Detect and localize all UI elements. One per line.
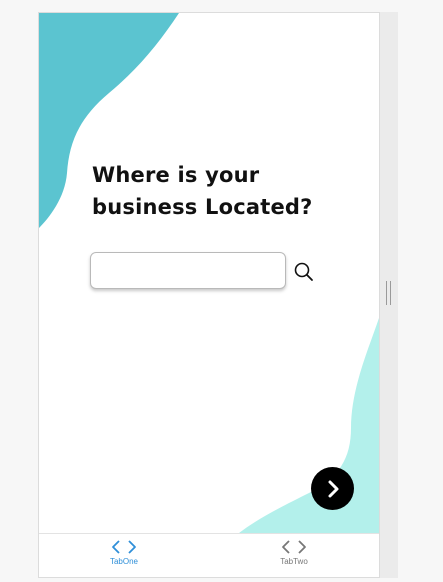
- chevron-right-icon: [328, 480, 338, 497]
- bottom-tab-bar: TabOne TabTwo: [39, 533, 379, 577]
- search-button[interactable]: [292, 260, 316, 284]
- code-icon: [112, 540, 136, 554]
- search-icon: [294, 262, 313, 281]
- code-icon: [282, 540, 306, 554]
- tab-two[interactable]: TabTwo: [234, 534, 354, 577]
- app-screen: Where is your business Located? TabOne T…: [38, 12, 380, 578]
- next-button[interactable]: [311, 467, 354, 510]
- page-title-line-1: Where is your: [92, 163, 260, 187]
- bottom-right-decorative-blob: [239, 318, 379, 533]
- page-title-line-2: business Located?: [92, 195, 313, 219]
- location-search-input[interactable]: [90, 252, 286, 289]
- tab-one[interactable]: TabOne: [64, 534, 184, 577]
- tab-two-label: TabTwo: [280, 557, 308, 566]
- resize-grip-icon[interactable]: [386, 281, 391, 305]
- tab-one-label: TabOne: [109, 557, 139, 566]
- page-title: Where is your business Located?: [92, 159, 332, 223]
